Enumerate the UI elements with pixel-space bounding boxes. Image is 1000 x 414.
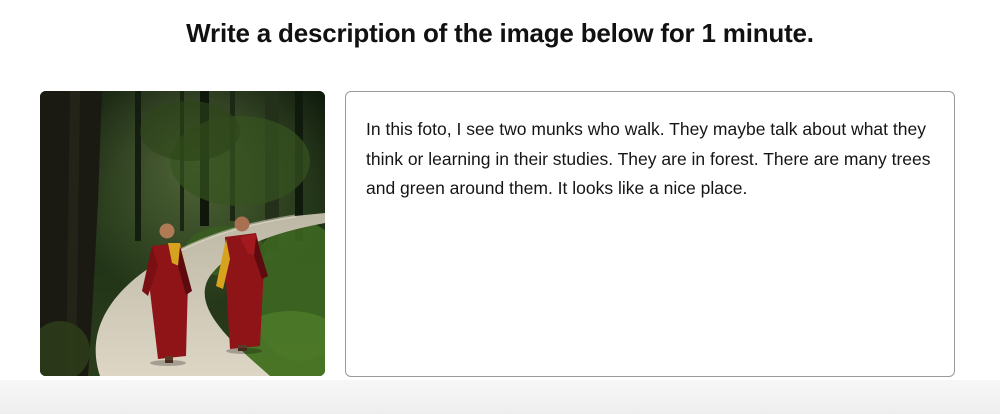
forest-monks-photo [40,91,325,376]
prompt-title: Write a description of the image below f… [186,18,814,48]
description-textarea[interactable]: In this foto, I see two munks who walk. … [345,91,955,377]
page-footer-band [0,380,1000,414]
